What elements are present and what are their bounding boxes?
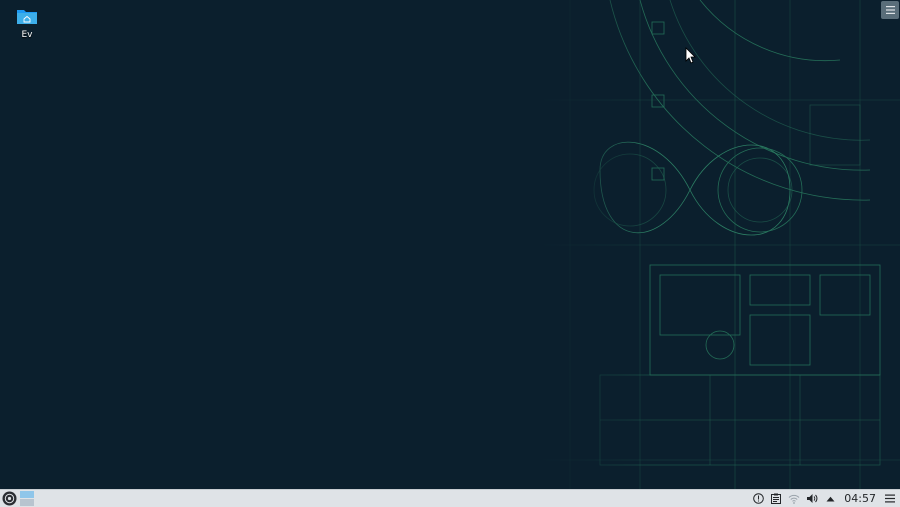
- desktop-icon-home[interactable]: Ev: [8, 5, 46, 40]
- info-icon: [752, 493, 764, 504]
- wallpaper-art: [540, 0, 900, 489]
- hamburger-menu-icon: [885, 494, 895, 503]
- panel-options-button[interactable]: [884, 493, 896, 505]
- mouse-cursor-icon: [685, 47, 696, 64]
- hamburger-menu-icon: [885, 6, 895, 14]
- volume-icon: [807, 494, 818, 503]
- digital-clock[interactable]: 04:57: [844, 492, 876, 505]
- network-tray-button[interactable]: [788, 493, 800, 505]
- pager-desktop-1[interactable]: [20, 491, 34, 498]
- system-tray: 04:57: [752, 490, 896, 507]
- taskbar: 04:57: [0, 489, 900, 507]
- application-launcher-icon: [2, 491, 17, 506]
- volume-tray-button[interactable]: [806, 493, 818, 505]
- clipboard-tray-button[interactable]: [770, 493, 782, 505]
- expand-arrow-icon: [826, 496, 835, 501]
- application-launcher-button[interactable]: [2, 491, 17, 506]
- pager-desktop-2[interactable]: [20, 499, 34, 506]
- desktop-icon-label: Ev: [21, 30, 33, 40]
- wifi-icon: [788, 494, 800, 504]
- desktop-toolbox-button[interactable]: [881, 1, 899, 19]
- info-tray-button[interactable]: [752, 493, 764, 505]
- virtual-desktop-pager[interactable]: [20, 491, 34, 506]
- show-hidden-icons-button[interactable]: [824, 493, 836, 505]
- home-folder-icon: [17, 10, 37, 24]
- clipboard-icon: [771, 493, 782, 504]
- desktop[interactable]: Ev: [0, 0, 900, 489]
